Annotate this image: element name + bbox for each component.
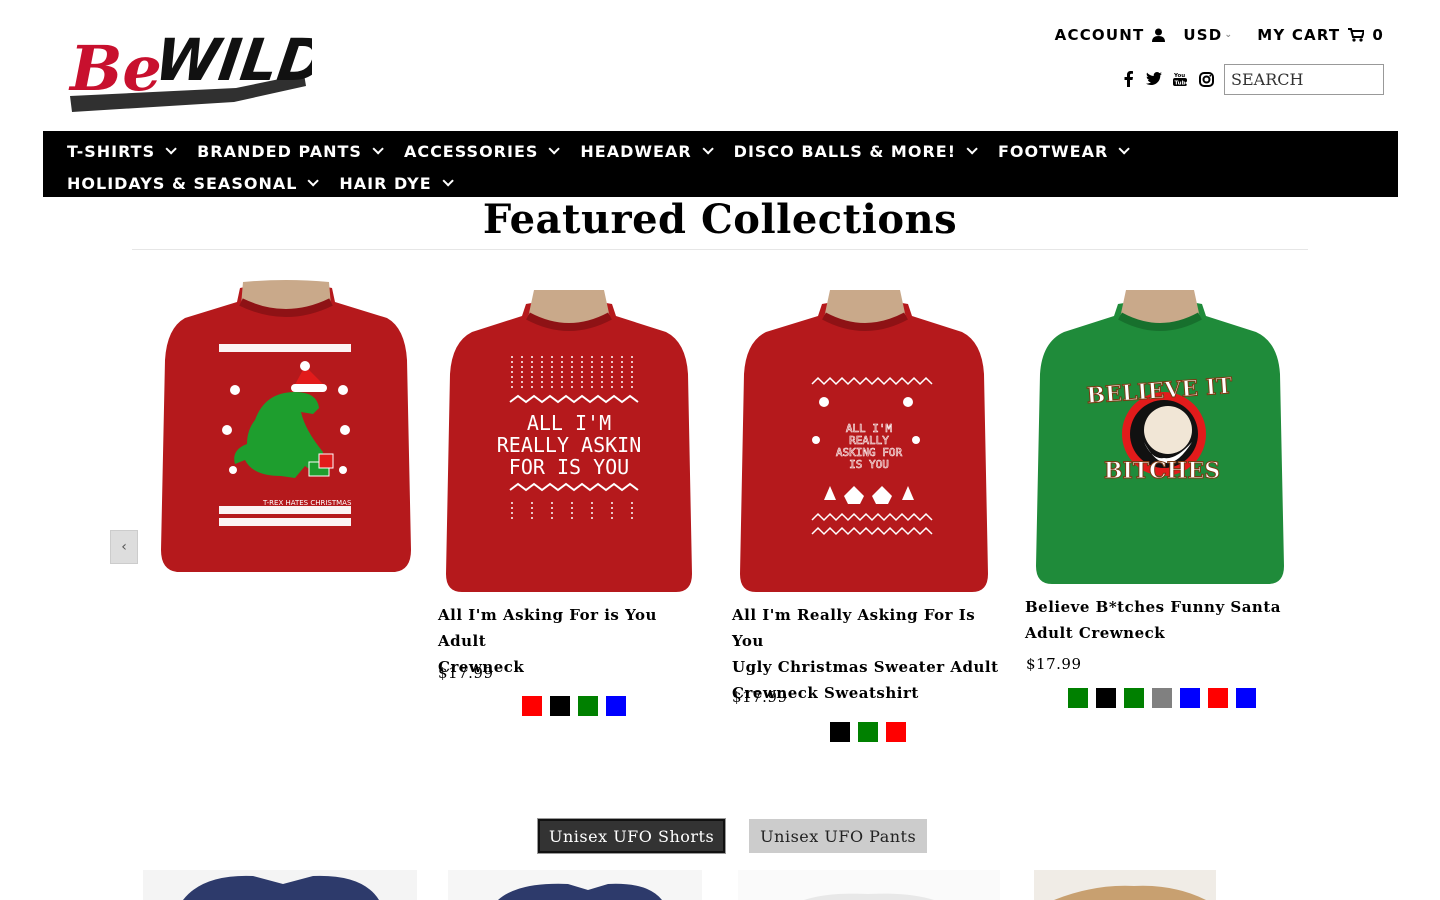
product-price-2: $17.99 xyxy=(438,664,494,682)
chevron-down-icon xyxy=(548,143,561,155)
nav-item-label: BRANDED PANTS xyxy=(197,141,362,161)
product-thumbnail[interactable] xyxy=(738,870,1000,900)
nav-item-hair-dye[interactable]: HAIR DYE xyxy=(339,167,454,199)
color-swatches-2 xyxy=(522,696,626,716)
nav-item-holidays-seasonal[interactable]: HOLIDAYS & SEASONAL xyxy=(67,167,320,199)
product-price-4: $17.99 xyxy=(1026,655,1082,673)
currency-select[interactable]: USD ⌄ xyxy=(1183,26,1233,44)
product-name-4[interactable]: Believe B*tches Funny Santa Adult Crewne… xyxy=(1025,594,1295,646)
account-label: ACCOUNT xyxy=(1054,26,1145,44)
user-icon xyxy=(1152,28,1166,42)
product-image-4[interactable]: BELIEVE IT BITCHES xyxy=(1026,290,1294,586)
nav-item-label: HOLIDAYS & SEASONAL xyxy=(67,173,298,193)
nav-item-footwear[interactable]: FOOTWEAR xyxy=(997,135,1131,167)
nav-item-label: HAIR DYE xyxy=(339,173,432,193)
chevron-down-icon: ⌄ xyxy=(1224,30,1234,40)
product-thumbnail[interactable] xyxy=(1034,870,1216,900)
shirt-print-line-3: FOR IS YOU xyxy=(509,455,629,479)
nav-item-label: ACCESSORIES xyxy=(403,141,539,161)
color-swatch[interactable] xyxy=(606,696,626,716)
svg-text:Tube: Tube xyxy=(1175,81,1188,87)
currency-label: USD xyxy=(1183,26,1223,44)
product-name-line: All I'm Asking For is You Adult xyxy=(438,606,657,650)
color-swatches-3 xyxy=(830,722,906,742)
product-name-line: Adult Crewneck xyxy=(1025,624,1166,642)
next-row-thumbnails xyxy=(0,870,1440,900)
main-nav: T-SHIRTS BRANDED PANTS ACCESSORIES HEADWEAR… xyxy=(43,131,1398,197)
chevron-down-icon xyxy=(307,175,320,187)
facebook-icon[interactable] xyxy=(1120,68,1136,90)
shirt-print-text: T-REX HATES CHRISTMAS xyxy=(262,499,352,507)
product-image-2[interactable]: ALL I'M REALLY ASKIN FOR IS YOU xyxy=(438,290,700,594)
nav-item-label: T-SHIRTS xyxy=(67,141,156,161)
cart-link[interactable]: MY CART 0 xyxy=(1257,26,1384,44)
search-input[interactable] xyxy=(1224,64,1384,95)
chevron-down-icon xyxy=(372,143,384,155)
nav-item-headwear[interactable]: HEADWEAR xyxy=(580,135,714,167)
twitter-icon[interactable] xyxy=(1146,68,1162,90)
product-price-3: $17.99 xyxy=(732,688,788,706)
color-swatch[interactable] xyxy=(1096,688,1116,708)
nav-item-disco-balls-more[interactable]: DISCO BALLS & MORE! xyxy=(733,135,978,167)
carousel-prev-button[interactable]: ‹ xyxy=(110,530,138,564)
site-logo[interactable]: Be WILD xyxy=(66,14,312,114)
product-name-line: Believe B*tches Funny Santa xyxy=(1025,598,1281,616)
product-image-1[interactable]: T-REX HATES CHRISTMAS xyxy=(155,280,417,576)
chevron-down-icon xyxy=(442,175,454,187)
nav-item-t-shirts[interactable]: T-SHIRTS xyxy=(67,135,177,167)
chevron-down-icon xyxy=(966,143,978,155)
nav-item-label: FOOTWEAR xyxy=(997,141,1109,161)
color-swatch[interactable] xyxy=(522,696,542,716)
color-swatch[interactable] xyxy=(858,722,878,742)
account-link[interactable]: ACCOUNT xyxy=(1055,26,1166,44)
title-divider xyxy=(132,249,1308,250)
color-swatch[interactable] xyxy=(1236,688,1256,708)
product-image-3[interactable]: ALL I'M REALLY ASKING FOR IS YOU xyxy=(732,290,998,594)
shirt-print-line-1: ALL I'M xyxy=(527,411,611,435)
shirt-print-line-2: BITCHES xyxy=(1104,458,1220,484)
chevron-down-icon xyxy=(165,143,177,155)
logo-wild: WILD xyxy=(151,26,312,94)
color-swatch[interactable] xyxy=(830,722,850,742)
shirt-print-line-4: IS YOU xyxy=(849,458,889,471)
tab-unisex-ufo-shorts[interactable]: Unisex UFO Shorts xyxy=(536,818,727,854)
nav-item-label: HEADWEAR xyxy=(580,141,692,161)
color-swatch[interactable] xyxy=(1152,688,1172,708)
chevron-down-icon xyxy=(1118,143,1131,155)
nav-item-branded-pants[interactable]: BRANDED PANTS xyxy=(197,135,384,167)
product-thumbnail[interactable] xyxy=(448,870,702,900)
tab-unisex-ufo-pants[interactable]: Unisex UFO Pants xyxy=(749,819,928,853)
color-swatch[interactable] xyxy=(550,696,570,716)
cart-icon xyxy=(1348,28,1365,42)
color-swatch[interactable] xyxy=(886,722,906,742)
section-title: Featured Collections xyxy=(482,196,958,243)
product-thumbnail[interactable] xyxy=(143,870,417,900)
color-swatch[interactable] xyxy=(1068,688,1088,708)
nav-item-label: DISCO BALLS & MORE! xyxy=(733,141,956,161)
color-swatch[interactable] xyxy=(578,696,598,716)
product-name-line: Ugly Christmas Sweater Adult xyxy=(732,658,999,676)
color-swatch[interactable] xyxy=(1208,688,1228,708)
social-links: YouTube xyxy=(1120,68,1214,90)
collection-tabs: Unisex UFO Shorts Unisex UFO Pants xyxy=(536,818,928,854)
youtube-icon[interactable]: YouTube xyxy=(1172,68,1188,90)
instagram-icon[interactable] xyxy=(1198,68,1214,90)
cart-count: 0 xyxy=(1372,26,1384,44)
cart-label: MY CART xyxy=(1257,26,1341,44)
chevron-down-icon xyxy=(702,143,714,155)
nav-item-accessories[interactable]: ACCESSORIES xyxy=(403,135,561,167)
top-utility-bar: ACCOUNT USD ⌄ MY CART 0 xyxy=(1055,26,1384,44)
color-swatch[interactable] xyxy=(1180,688,1200,708)
shirt-print-line-2: REALLY ASKIN xyxy=(497,433,642,457)
product-name-line: All I'm Really Asking For Is You xyxy=(732,606,976,650)
color-swatch[interactable] xyxy=(1124,688,1144,708)
color-swatches-4 xyxy=(1068,688,1256,708)
logo-be: Be xyxy=(68,32,162,105)
